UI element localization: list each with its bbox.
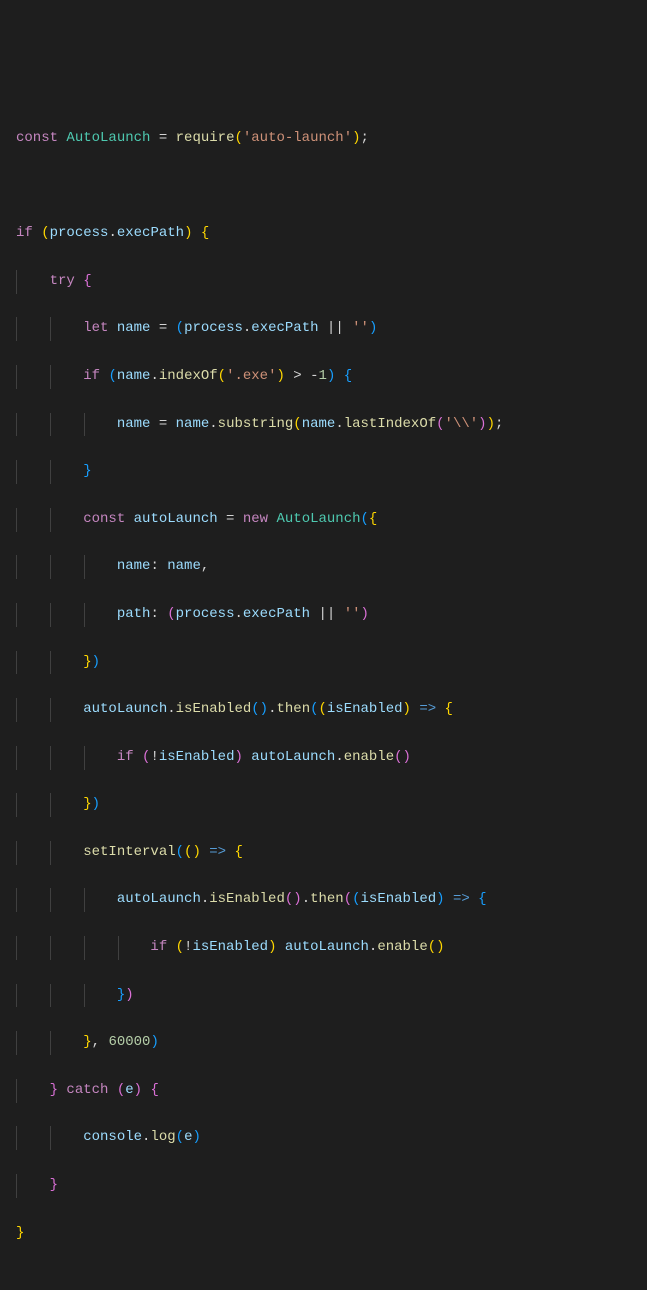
code-line: if (!isEnabled) autoLaunch.enable() — [16, 746, 631, 770]
code-line — [16, 175, 631, 199]
code-line: }) — [16, 651, 631, 675]
code-line: }, 60000) — [16, 1031, 631, 1055]
code-line: autoLaunch.isEnabled().then((isEnabled) … — [16, 888, 631, 912]
code-line: const AutoLaunch = require('auto-launch'… — [16, 127, 631, 151]
code-line: name: name, — [16, 555, 631, 579]
code-line: try { — [16, 270, 631, 294]
code-line: autoLaunch.isEnabled().then((isEnabled) … — [16, 698, 631, 722]
code-line: } — [16, 460, 631, 484]
code-line: }) — [16, 793, 631, 817]
code-line: name = name.substring(name.lastIndexOf('… — [16, 413, 631, 437]
code-line: setInterval(() => { — [16, 841, 631, 865]
code-line: let name = (process.execPath || '') — [16, 317, 631, 341]
code-line: } — [16, 1174, 631, 1198]
code-line: }) — [16, 984, 631, 1008]
code-line: } — [16, 1222, 631, 1246]
code-line: if (process.execPath) { — [16, 222, 631, 246]
code-line: if (!isEnabled) autoLaunch.enable() — [16, 936, 631, 960]
code-line: console.log(e) — [16, 1126, 631, 1150]
code-line: const autoLaunch = new AutoLaunch({ — [16, 508, 631, 532]
code-line: } catch (e) { — [16, 1079, 631, 1103]
code-line: if (name.indexOf('.exe') > -1) { — [16, 365, 631, 389]
code-editor[interactable]: const AutoLaunch = require('auto-launch'… — [16, 103, 631, 1269]
code-line: path: (process.execPath || '') — [16, 603, 631, 627]
